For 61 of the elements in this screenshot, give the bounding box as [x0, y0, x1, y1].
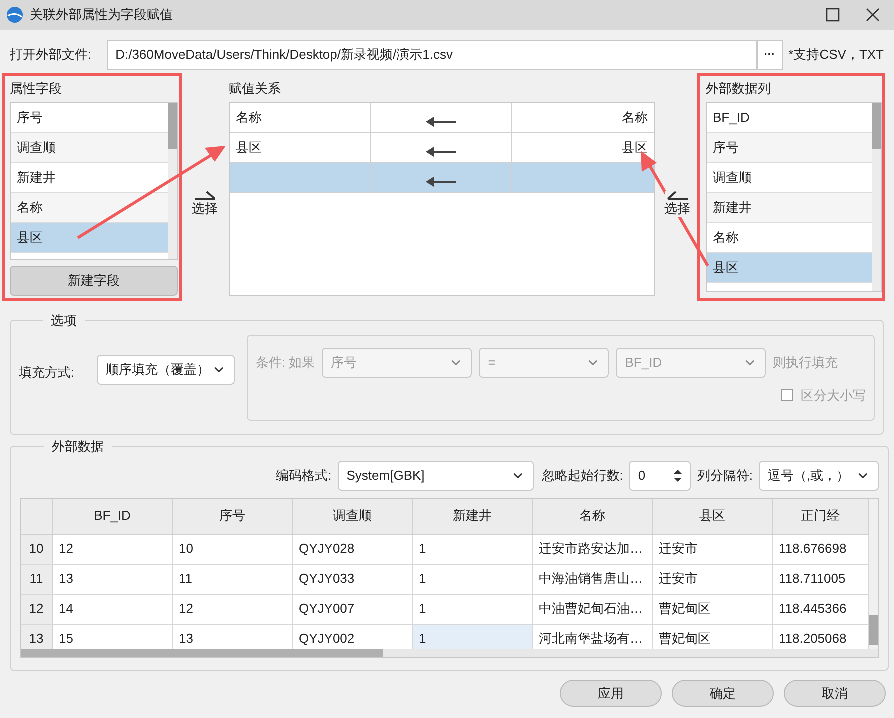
row-number: 13 [21, 624, 53, 648]
encoding-dropdown[interactable]: System[GBK] [338, 460, 534, 490]
scrollbar[interactable] [872, 103, 881, 291]
app-logo-icon [6, 6, 24, 24]
browse-button[interactable]: ··· [756, 40, 783, 70]
column-header[interactable]: 序号 [173, 498, 293, 534]
select-button[interactable]: 选择 [192, 160, 218, 218]
panel-title: 赋值关系 [229, 80, 282, 98]
select-button[interactable]: 选择 [664, 190, 690, 218]
close-icon[interactable] [866, 8, 880, 22]
column-header[interactable]: 名称 [533, 498, 653, 534]
list-item[interactable]: 县区 [11, 223, 168, 253]
condition-label: 条件: 如果 [256, 354, 316, 372]
file-label: 打开外部文件: [10, 46, 93, 64]
left-arrow-icon [426, 146, 456, 158]
column-header[interactable]: 县区 [653, 498, 773, 534]
left-arrow-icon [426, 116, 456, 128]
new-field-button[interactable]: 新建字段 [10, 266, 178, 296]
separator-dropdown[interactable]: 逗号（,或，） [759, 460, 879, 490]
group-title: 选项 [50, 312, 78, 330]
arrow-icon [194, 190, 216, 201]
panel-title: 属性字段 [10, 80, 63, 98]
spinner-arrows-icon [674, 468, 682, 482]
window-title: 关联外部属性为字段赋值 [30, 6, 174, 24]
list-item[interactable]: 新建井 [707, 193, 872, 223]
table-cell[interactable]: 1 [413, 624, 533, 648]
dialog-button[interactable]: 应用 [560, 680, 662, 707]
column-header[interactable]: 新建井 [413, 498, 533, 534]
arrow-icon [666, 190, 688, 201]
row-number: 12 [21, 594, 53, 624]
column-header[interactable]: BF_ID [53, 498, 173, 534]
field-name: 名称 [236, 108, 262, 127]
file-path-field[interactable]: D:/360MoveData/Users/Think/Desktop/新录视频/演示1.csv [106, 40, 757, 70]
maximize-icon[interactable] [826, 8, 840, 22]
panel-title: 外部数据列 [706, 80, 772, 98]
list-item[interactable]: 序号 [707, 133, 872, 163]
field-name: 县区 [236, 138, 262, 157]
fill-mode-label: 填充方式: [19, 364, 76, 382]
field-name: 名称 [622, 108, 648, 127]
encoding-label: 编码格式: [276, 466, 332, 485]
list-item[interactable]: 名称 [11, 193, 168, 223]
list-item[interactable]: 县区 [707, 253, 872, 283]
dialog-button[interactable]: 确定 [672, 680, 774, 707]
format-note: *支持CSV，TXT [788, 46, 884, 64]
fill-mode-dropdown[interactable]: 顺序填充（覆盖） [97, 354, 235, 384]
group-title: 外部数据 [51, 438, 105, 456]
dialog-button[interactable]: 取消 [784, 680, 886, 707]
row-number: 11 [21, 564, 53, 594]
skip-rows-label: 忽略起始行数: [542, 466, 624, 485]
left-arrow-icon [426, 176, 456, 188]
scrollbar[interactable] [168, 103, 177, 259]
vertical-scrollbar[interactable] [869, 498, 878, 648]
mapping-row[interactable]: 名称 名称 [230, 103, 654, 133]
case-label: 区分大小写 [801, 386, 866, 404]
column-header[interactable]: 调查顺 [293, 498, 413, 534]
field-name: 县区 [622, 138, 648, 157]
list-item[interactable]: 调查顺 [11, 133, 168, 163]
skip-rows-spinbox[interactable]: 0 [629, 460, 692, 490]
row-number: 10 [21, 534, 53, 564]
separator-label: 列分隔符: [697, 466, 753, 485]
condition-then-text: 则执行填充 [773, 354, 838, 372]
